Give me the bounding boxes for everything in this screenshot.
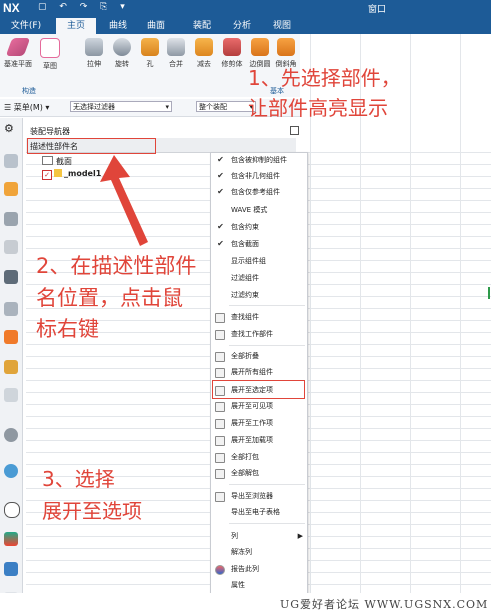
annotation-arrow <box>100 155 148 246</box>
arrow-shape <box>100 155 148 246</box>
watermark: UG爱好者论坛 WWW.UGSNX.COM <box>280 598 489 611</box>
